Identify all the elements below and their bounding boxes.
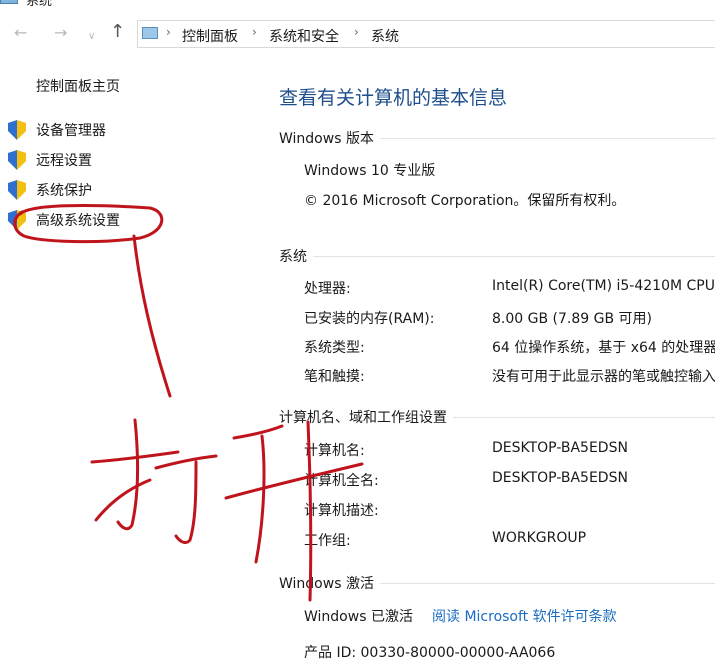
section-title: 系统 (279, 246, 313, 266)
pen-touch-value: 没有可用于此显示器的笔或触控输入 (492, 369, 715, 385)
workgroup-label: 工作组: (304, 533, 351, 549)
shield-icon (8, 180, 26, 200)
char-kai-left (254, 434, 266, 564)
ram-value: 8.00 GB (7.89 GB 可用) (492, 311, 652, 327)
ram-label: 已安装的内存(RAM): (304, 311, 435, 327)
title-bar: 系统 (0, 0, 715, 9)
edition-copyright: © 2016 Microsoft Corporation。保留所有权利。 (304, 193, 626, 209)
recent-locations-chevron-icon[interactable]: ∨ (88, 28, 95, 46)
system-type-value: 64 位操作系统，基于 x64 的处理器 (492, 340, 715, 356)
activation-status: Windows 已激活 (304, 609, 413, 625)
address-bar[interactable]: › 控制面板 › 系统和安全 › 系统 (137, 20, 715, 48)
section-title: Windows 激活 (279, 573, 380, 593)
sidebar-item-label: 远程设置 (36, 153, 92, 169)
section-title: Windows 版本 (279, 128, 380, 148)
processor-label: 处理器: (304, 281, 351, 297)
char-da-lift (94, 478, 152, 522)
up-arrow-icon[interactable]: ↑ (110, 23, 125, 41)
computer-name-value: DESKTOP-BA5EDSN (492, 440, 628, 456)
processor-value: Intel(R) Core(TM) i5-4210M CPU (492, 278, 715, 294)
workgroup-value: WORKGROUP (492, 530, 587, 546)
breadcrumb-system-security[interactable]: 系统和安全 (269, 26, 339, 46)
shield-icon (8, 120, 26, 140)
section-title: 计算机名、域和工作组设置 (279, 407, 453, 427)
license-terms-link[interactable]: 阅读 Microsoft 软件许可条款 (432, 606, 617, 626)
pen-touch-label: 笔和触摸: (304, 369, 365, 385)
breadcrumb-separator-icon[interactable]: › (166, 25, 171, 39)
window-title: 系统 (26, 0, 53, 9)
sidebar-item-label: 系统保护 (36, 183, 92, 199)
system-section-header: 系统 (279, 246, 715, 266)
shield-icon (8, 150, 26, 170)
control-panel-home-link[interactable]: 控制面板主页 (36, 76, 120, 96)
char-da-stem (174, 460, 198, 545)
section-divider (279, 256, 715, 257)
computer-name-section-header: 计算机名、域和工作组设置 (279, 407, 715, 427)
product-id: 产品 ID: 00330-80000-00000-AA066 (304, 645, 556, 661)
breadcrumb-system[interactable]: 系统 (371, 26, 399, 46)
sidebar-item-label: 设备管理器 (36, 123, 106, 139)
breadcrumb-separator-icon[interactable]: › (354, 25, 359, 39)
forward-arrow-icon[interactable]: → (54, 24, 67, 42)
back-arrow-icon[interactable]: ← (14, 24, 27, 42)
char-kai-top (232, 424, 284, 440)
breadcrumb-control-panel[interactable]: 控制面板 (182, 26, 238, 46)
page-title: 查看有关计算机的基本信息 (279, 87, 508, 109)
sidebar-item-label: 高级系统设置 (36, 213, 120, 229)
full-computer-name-label: 计算机全名: (304, 473, 379, 489)
edition-name: Windows 10 专业版 (304, 163, 436, 179)
control-panel-icon (142, 27, 158, 39)
computer-description-label: 计算机描述: (304, 503, 379, 519)
shield-icon (8, 210, 26, 230)
char-da-hook (116, 418, 140, 531)
system-window-icon (0, 0, 18, 4)
arrow-pointer-line (132, 234, 172, 398)
char-da-top (154, 454, 218, 470)
full-computer-name-value: DESKTOP-BA5EDSN (492, 470, 628, 486)
char-da-cross (90, 450, 180, 464)
computer-name-label: 计算机名: (304, 443, 365, 459)
activation-section-header: Windows 激活 (279, 573, 715, 593)
edition-section-header: Windows 版本 (279, 128, 715, 148)
breadcrumb-separator-icon[interactable]: › (252, 25, 257, 39)
system-type-label: 系统类型: (304, 340, 365, 356)
